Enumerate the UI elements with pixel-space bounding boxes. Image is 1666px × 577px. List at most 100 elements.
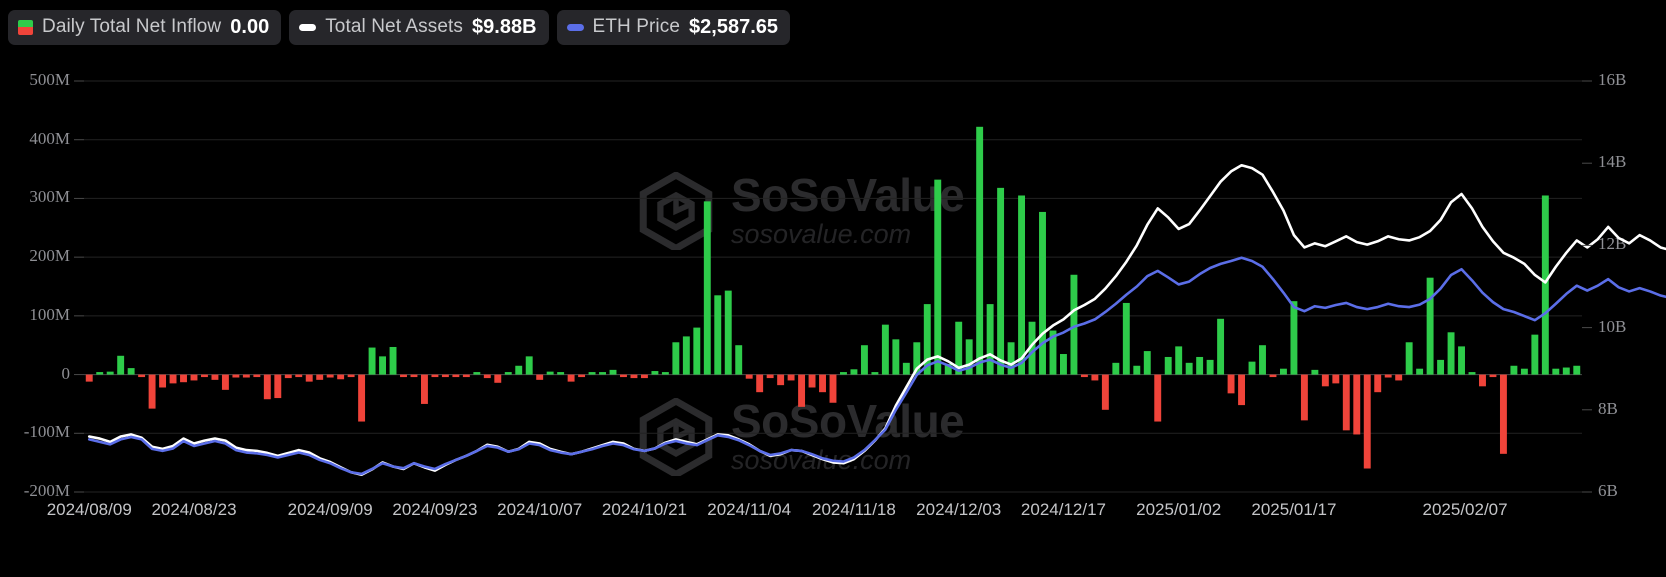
bar-daily-net-inflow: [1122, 302, 1130, 375]
bar-daily-net-inflow: [934, 179, 942, 375]
bar-daily-net-inflow: [1489, 374, 1497, 378]
bar-daily-net-inflow: [1290, 301, 1298, 375]
bar-daily-net-inflow: [1185, 362, 1193, 375]
bar-daily-net-inflow: [1217, 318, 1225, 375]
legend-item-daily-total-net-inflow[interactable]: Daily Total Net Inflow 0.00: [8, 10, 282, 45]
chart-legend: Daily Total Net Inflow 0.00 Total Net As…: [8, 10, 790, 45]
bar-daily-net-inflow: [682, 336, 690, 375]
bar-daily-net-inflow: [819, 374, 826, 393]
bar-daily-net-inflow: [986, 304, 994, 375]
legend-item-total-net-assets[interactable]: Total Net Assets $9.88B: [289, 10, 549, 45]
bar-daily-net-inflow: [1007, 342, 1015, 375]
bar-daily-net-inflow: [1112, 362, 1120, 375]
bar-daily-net-inflow: [588, 372, 596, 375]
bar-daily-net-inflow: [766, 374, 774, 379]
bar-daily-net-inflow: [840, 372, 847, 375]
bar-daily-net-inflow: [389, 346, 397, 375]
bar-daily-net-inflow: [159, 374, 167, 388]
bar-daily-net-inflow: [138, 374, 146, 378]
bar-daily-net-inflow: [1552, 368, 1560, 375]
inflow-outflow-swatch-icon: [18, 19, 33, 35]
bar-daily-net-inflow: [599, 372, 606, 375]
bar-daily-net-inflow: [410, 374, 418, 378]
chart-canvas: [74, 80, 1666, 493]
bar-daily-net-inflow: [274, 374, 282, 399]
bar-daily-net-inflow: [473, 372, 481, 375]
bar-daily-net-inflow: [169, 374, 177, 384]
bar-daily-net-inflow: [745, 374, 753, 379]
eth-etf-flow-chart: Daily Total Net Inflow 0.00 Total Net As…: [0, 0, 1666, 577]
bar-daily-net-inflow: [557, 372, 565, 375]
bar-daily-net-inflow: [295, 374, 303, 378]
bar-daily-net-inflow: [578, 374, 586, 378]
bar-daily-net-inflow: [1248, 361, 1256, 375]
bar-daily-net-inflow: [515, 365, 523, 375]
bar-daily-net-inflow: [1133, 365, 1141, 375]
bar-daily-net-inflow: [536, 374, 544, 380]
bar-daily-net-inflow: [1332, 374, 1340, 384]
bar-daily-net-inflow: [1321, 374, 1329, 387]
bar-daily-net-inflow: [1531, 334, 1539, 375]
bar-daily-net-inflow: [358, 374, 366, 422]
bar-daily-net-inflow: [546, 371, 554, 375]
bar-daily-net-inflow: [860, 345, 868, 375]
bar-daily-net-inflow: [1426, 277, 1434, 375]
bar-daily-net-inflow: [808, 374, 816, 388]
bar-daily-net-inflow: [483, 374, 491, 379]
bar-daily-net-inflow: [148, 374, 156, 409]
bar-daily-net-inflow: [1300, 374, 1308, 421]
bar-daily-net-inflow: [1499, 374, 1507, 454]
bar-daily-net-inflow: [1395, 374, 1403, 381]
bar-daily-net-inflow: [1573, 365, 1581, 375]
bar-daily-net-inflow: [96, 372, 104, 375]
bar-daily-net-inflow: [263, 374, 271, 400]
bar-daily-net-inflow: [1353, 374, 1361, 435]
bar-daily-net-inflow: [400, 374, 407, 378]
bar-daily-net-inflow: [127, 368, 135, 375]
bar-daily-net-inflow: [871, 372, 879, 375]
bar-daily-net-inflow: [347, 374, 355, 378]
bar-daily-net-inflow: [1143, 351, 1151, 375]
bar-daily-net-inflow: [651, 371, 659, 375]
bar-daily-net-inflow: [1384, 374, 1392, 378]
legend-item-eth-price[interactable]: ETH Price $2,587.65: [556, 10, 790, 45]
bar-daily-net-inflow: [504, 372, 512, 375]
bar-daily-net-inflow: [368, 347, 376, 375]
bar-daily-net-inflow: [997, 187, 1005, 375]
bar-daily-net-inflow: [1458, 346, 1465, 375]
bar-daily-net-inflow: [1279, 368, 1287, 375]
bar-daily-net-inflow: [892, 339, 900, 375]
bar-daily-net-inflow: [1175, 346, 1183, 375]
bar-daily-net-inflow: [494, 374, 502, 383]
bar-daily-net-inflow: [379, 356, 387, 375]
bar-daily-net-inflow: [1311, 369, 1319, 375]
bar-daily-net-inflow: [693, 327, 701, 375]
bar-daily-net-inflow: [421, 374, 428, 404]
total-net-assets-line-swatch-icon: [299, 23, 317, 31]
plot-area: -200M -100M 0 100M 200M 300M 400M 500M 6B 8B 10B 1…: [0, 60, 1666, 520]
bar-daily-net-inflow: [1080, 374, 1088, 378]
bar-daily-net-inflow: [1091, 374, 1099, 381]
bar-daily-net-inflow: [1510, 365, 1518, 375]
bar-daily-net-inflow: [703, 201, 711, 375]
bar-daily-net-inflow: [1405, 342, 1413, 375]
bar-daily-net-inflow: [232, 374, 240, 378]
bar-daily-net-inflow: [787, 374, 795, 381]
bar-daily-net-inflow: [1238, 374, 1245, 406]
bar-daily-net-inflow: [735, 345, 743, 375]
bar-daily-net-inflow: [221, 374, 229, 390]
bar-daily-net-inflow: [672, 342, 680, 375]
legend-value-total-net-assets: $9.88B: [472, 15, 537, 38]
bar-daily-net-inflow: [777, 374, 785, 386]
bar-daily-net-inflow: [525, 356, 533, 375]
bar-daily-net-inflow: [441, 374, 449, 378]
bar-daily-net-inflow: [902, 362, 910, 375]
bar-daily-net-inflow: [1541, 195, 1549, 375]
bar-daily-net-inflow: [1196, 356, 1204, 375]
bar-daily-net-inflow: [431, 374, 439, 378]
bar-daily-net-inflow: [567, 374, 575, 382]
bar-daily-net-inflow: [326, 374, 334, 378]
bar-daily-net-inflow: [1164, 356, 1172, 375]
bar-daily-net-inflow: [1060, 354, 1067, 375]
bar-daily-net-inflow: [1416, 368, 1424, 375]
